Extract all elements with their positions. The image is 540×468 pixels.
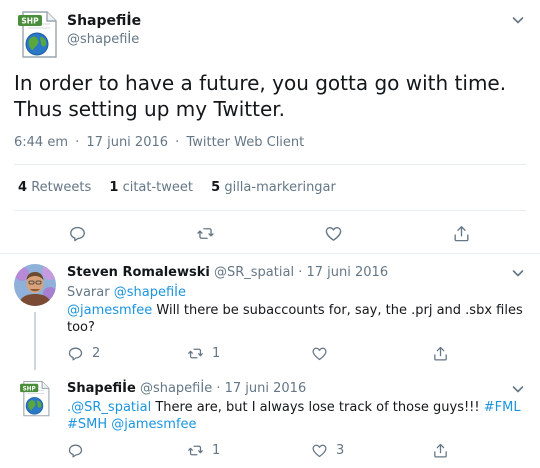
mention-link[interactable]: .@SR_spatial xyxy=(67,400,151,415)
shapefile-avatar[interactable]: SHP xyxy=(17,380,55,418)
retweet-icon xyxy=(197,227,214,239)
likes-stat[interactable]: 5 gilla-markeringar xyxy=(211,180,336,195)
likes-count: 5 xyxy=(211,180,221,195)
reply-icon xyxy=(68,444,83,458)
reply-author-handle[interactable]: @SR_spatial xyxy=(214,265,294,280)
heart-icon xyxy=(312,347,327,360)
reply-icon xyxy=(68,347,83,361)
reply-author-name[interactable]: Shapefiİe xyxy=(67,381,136,396)
like-button[interactable] xyxy=(311,343,336,363)
reply-button[interactable] xyxy=(67,440,92,460)
meta-separator: · xyxy=(298,265,303,280)
reply-icon xyxy=(70,226,85,241)
heart-icon xyxy=(325,226,342,241)
hashtag-link[interactable]: #SMH xyxy=(67,417,107,432)
avatar-label: SHP xyxy=(23,386,36,392)
share-button[interactable] xyxy=(452,223,471,243)
retweets-count: 4 xyxy=(18,180,28,195)
author-name[interactable]: Shapefiİe xyxy=(67,13,141,29)
retweets-stat[interactable]: 4 Retweets xyxy=(18,180,91,195)
tweet-date[interactable]: 17 juni 2016 xyxy=(86,135,168,150)
author-handle[interactable]: @shapefiİe xyxy=(67,32,139,47)
reply-date[interactable]: 17 juni 2016 xyxy=(307,265,389,280)
reply-count: 2 xyxy=(92,345,101,361)
reply-text: @jamesmfee Will there be subaccounts for… xyxy=(67,302,523,336)
reply-author-name[interactable]: Steven Romalewski xyxy=(67,265,210,280)
like-count: 3 xyxy=(336,442,345,458)
retweet-count: 1 xyxy=(212,345,221,361)
heart-icon xyxy=(312,444,327,457)
mention-link[interactable]: @jamesmfee xyxy=(67,303,152,318)
shapefile-icon: SHP xyxy=(20,380,50,417)
mention-link[interactable]: @jamesmfee xyxy=(111,417,196,432)
tweet-text-line2: Thus setting up my Twitter. xyxy=(14,97,285,121)
hashtag-link[interactable]: #FML xyxy=(484,400,521,415)
tweet-stats: 4 Retweets 1 citat-tweet 5 gilla-markeri… xyxy=(18,180,336,195)
tweet-client[interactable]: Twitter Web Client xyxy=(186,135,304,150)
share-icon xyxy=(454,225,469,241)
thread-line xyxy=(34,312,36,370)
avatar-label: SHP xyxy=(21,17,39,26)
reply-text-body: There are, but I always lose track of th… xyxy=(155,400,480,415)
divider xyxy=(14,164,526,165)
replying-prefix: Svarar xyxy=(67,285,110,300)
shapefile-icon: SHP xyxy=(18,11,57,58)
tweet-text-line1: In order to have a future, you gotta go … xyxy=(14,71,507,95)
retweet-button[interactable] xyxy=(196,223,215,243)
divider xyxy=(14,210,526,211)
reply-date[interactable]: 17 juni 2016 xyxy=(225,381,307,396)
user-photo-icon xyxy=(14,264,56,306)
more-options-chevron-icon[interactable] xyxy=(510,381,526,397)
quotes-label: citat-tweet xyxy=(122,180,193,195)
reply-text: .@SR_spatial There are, but I always los… xyxy=(67,399,521,433)
like-button[interactable] xyxy=(324,223,343,243)
retweet-icon xyxy=(188,348,203,358)
retweets-label: Retweets xyxy=(31,180,92,195)
reply-button[interactable] xyxy=(68,223,87,243)
meta-separator: · xyxy=(75,135,80,150)
replying-to: Svarar @shapefiİe xyxy=(67,285,186,300)
retweet-button[interactable]: 1 xyxy=(187,343,220,363)
reply-text-body: Will there be subaccounts for, say, the … xyxy=(156,303,523,318)
reply-text-line2: too? xyxy=(67,320,95,335)
share-icon xyxy=(434,346,447,361)
tweet-time[interactable]: 6:44 em xyxy=(14,135,68,150)
quotes-count: 1 xyxy=(109,180,119,195)
reply-header: Shapefiİe @shapefiİe · 17 juni 2016 xyxy=(67,381,306,396)
likes-label: gilla-markeringar xyxy=(224,180,336,195)
steven-avatar[interactable] xyxy=(14,264,56,306)
share-button[interactable] xyxy=(432,440,449,460)
shapefile-avatar[interactable]: SHP xyxy=(14,10,64,60)
tweet-meta: 6:44 em · 17 juni 2016 · Twitter Web Cli… xyxy=(14,135,304,150)
share-button[interactable] xyxy=(432,343,449,363)
retweet-count: 1 xyxy=(212,442,221,458)
more-options-chevron-icon[interactable] xyxy=(510,12,526,28)
quotes-stat[interactable]: 1 citat-tweet xyxy=(109,180,193,195)
retweet-button[interactable]: 1 xyxy=(187,440,220,460)
share-icon xyxy=(434,443,447,458)
more-options-chevron-icon[interactable] xyxy=(510,265,526,281)
meta-separator: · xyxy=(216,381,221,396)
reply-button[interactable]: 2 xyxy=(67,343,100,363)
retweet-icon xyxy=(188,445,203,455)
like-button[interactable]: 3 xyxy=(311,440,344,460)
meta-separator: · xyxy=(175,135,180,150)
replying-to-mention[interactable]: @shapefiİe xyxy=(114,285,186,300)
section-divider xyxy=(0,253,540,254)
reply-header: Steven Romalewski @SR_spatial · 17 juni … xyxy=(67,265,388,280)
reply-author-handle[interactable]: @shapefiİe xyxy=(140,381,212,396)
